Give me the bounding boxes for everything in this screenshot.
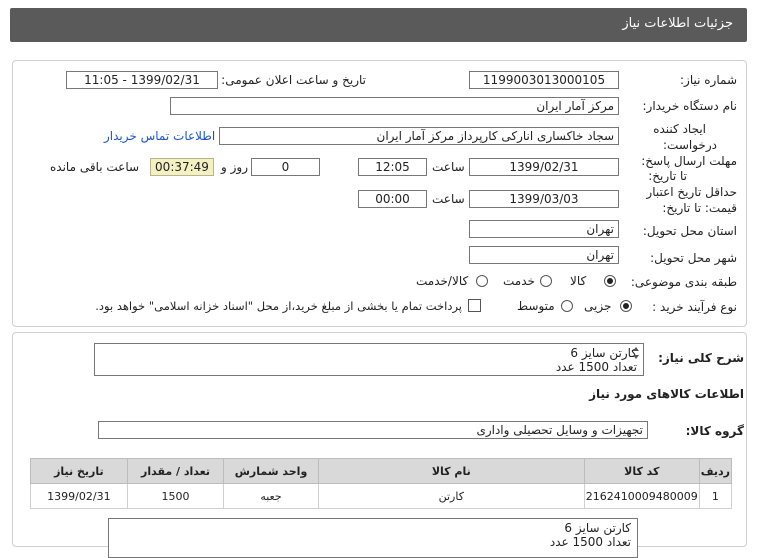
buyer-contact-link[interactable]: اطلاعات تماس خریدار — [104, 129, 215, 143]
validity-time-field: 00:00 — [358, 190, 427, 208]
validity-label-1: حداقل تاریخ اعتبار — [646, 185, 737, 199]
process-radio-minor[interactable] — [620, 300, 632, 312]
treasury-note: پرداخت تمام یا بخشی از مبلغ خرید،از محل … — [95, 299, 462, 313]
days-label: روز و — [221, 160, 248, 174]
goods-group-label: گروه کالا: — [685, 424, 744, 438]
need-number-field: 1199003013000105 — [469, 71, 619, 89]
creator-label-1: ایجاد کننده — [653, 122, 706, 136]
process-radio-medium[interactable] — [561, 300, 573, 312]
reply-time-label: ساعت — [432, 160, 465, 174]
page-title: جزئیات اطلاعات نیاز — [622, 16, 733, 31]
category-label: طبقه بندی موضوعی: — [630, 275, 737, 289]
col-unit: واحد شمارش — [223, 458, 319, 484]
validity-time-label: ساعت — [432, 192, 465, 206]
table-header-row: ردیف کد کالا نام کالا واحد شمارش تعداد /… — [30, 458, 733, 484]
creator-label-2: درخواست: — [663, 138, 717, 152]
need-number-label: شماره نیاز: — [680, 73, 737, 87]
goods-group-field: تجهیزات و وسایل تحصیلی واداری — [98, 421, 648, 439]
days-field: 0 — [251, 158, 320, 176]
city-label: شهر محل تحویل: — [650, 251, 737, 265]
province-field: تهران — [469, 220, 619, 238]
validity-date-field: 1399/03/03 — [469, 190, 619, 208]
reply-deadline-label-2: تا تاریخ: — [648, 169, 687, 183]
item-note-textarea[interactable]: کارتن سایز 6 تعداد 1500 عدد — [108, 518, 638, 558]
col-date: تاریخ نیاز — [30, 458, 128, 484]
announce-label: تاریخ و ساعت اعلان عمومی: — [221, 73, 366, 87]
goods-info-title: اطلاعات کالاهای مورد نیاز — [589, 387, 744, 401]
summary-line-1: کارتن سایز 6 — [570, 346, 637, 360]
remaining-label: ساعت باقی مانده — [50, 160, 140, 174]
note-line-2: تعداد 1500 عدد — [549, 535, 631, 549]
process-option-medium: متوسط — [517, 299, 555, 313]
countdown-field: 00:37:49 — [150, 158, 214, 176]
col-qty: تعداد / مقدار — [126, 458, 225, 484]
col-row: ردیف — [698, 458, 733, 484]
category-radio-goods[interactable] — [604, 275, 616, 287]
note-line-1: کارتن سایز 6 — [564, 521, 631, 535]
goods-table: ردیف کد کالا نام کالا واحد شمارش تعداد /… — [30, 458, 733, 509]
page-header: جزئیات اطلاعات نیاز — [10, 8, 747, 42]
reply-time-field: 12:05 — [358, 158, 427, 176]
reply-deadline-label-1: مهلت ارسال پاسخ: — [641, 154, 737, 168]
process-label: نوع فرآیند خرید : — [652, 300, 737, 314]
creator-field: سجاد خاکساری انارکی کارپرداز مرکز آمار ا… — [219, 127, 619, 145]
province-label: استان محل تحویل: — [642, 224, 737, 238]
process-option-minor: جزیی — [584, 299, 612, 313]
buyer-org-label: نام دستگاه خریدار: — [642, 99, 738, 113]
col-code: کد کالا — [583, 458, 700, 484]
category-option-service: خدمت — [503, 274, 535, 288]
validity-label-2: قیمت: تا تاریخ: — [662, 201, 737, 215]
col-name: نام کالا — [317, 458, 585, 484]
summary-line-2: تعداد 1500 عدد — [555, 360, 637, 374]
spinner-icon[interactable] — [632, 346, 640, 360]
table-row[interactable]: 1 2162410009480009 کارتن جعبه 1500 1399/… — [30, 483, 733, 509]
category-option-goods: کالا — [570, 274, 587, 288]
summary-textarea[interactable]: کارتن سایز 6 تعداد 1500 عدد — [94, 343, 644, 376]
buyer-org-field: مرکز آمار ایران — [170, 97, 619, 115]
city-field: تهران — [469, 246, 619, 264]
reply-date-field: 1399/02/31 — [469, 158, 619, 176]
cell-code: 2162410009480009 — [583, 483, 700, 509]
treasury-checkbox[interactable] — [468, 299, 481, 312]
cell-date: 1399/02/31 — [30, 483, 128, 509]
summary-label: شرح کلی نیاز: — [658, 351, 744, 365]
cell-unit: جعبه — [223, 483, 319, 509]
category-radio-both[interactable] — [476, 275, 488, 287]
cell-qty: 1500 — [126, 483, 225, 509]
cell-row: 1 — [698, 483, 733, 509]
category-radio-service[interactable] — [540, 275, 552, 287]
announce-field: 1399/02/31 - 11:05 — [66, 71, 218, 89]
category-option-both: کالا/خدمت — [416, 274, 469, 288]
cell-name: کارتن — [317, 483, 585, 509]
